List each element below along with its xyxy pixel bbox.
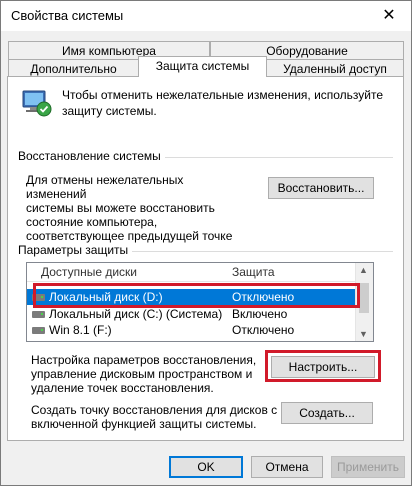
restore-desc-line: системы вы можете восстановить <box>26 201 215 215</box>
tab-advanced[interactable]: Дополнительно <box>8 59 139 77</box>
drive-row[interactable]: Локальный диск (D:) Отключено <box>27 289 357 305</box>
tab-label: Удаленный доступ <box>283 62 387 76</box>
intro-text: Чтобы отменить нежелательные изменения, … <box>62 88 392 118</box>
create-button[interactable]: Создать... <box>281 402 373 424</box>
drive-status: Отключено <box>232 323 295 337</box>
drive-icon <box>32 294 45 301</box>
ok-button[interactable]: OK <box>169 456 243 478</box>
restore-desc-line: соответствующее предыдущей точке <box>26 229 233 243</box>
drive-name: Win 8.1 (F:) <box>49 323 112 337</box>
create-desc-line: Создать точку восстановления для дисков … <box>31 403 278 417</box>
system-protection-icon <box>22 90 52 117</box>
column-header-drives[interactable]: Доступные диски <box>41 265 137 279</box>
drive-status: Включено <box>232 307 288 321</box>
drive-icon <box>32 311 45 318</box>
close-icon[interactable]: ✕ <box>379 5 399 25</box>
cancel-button[interactable]: Отмена <box>251 456 323 478</box>
protection-group-label: Параметры защиты <box>18 243 133 257</box>
create-description: Создать точку восстановления для дисков … <box>31 403 281 431</box>
restore-desc-line: состояние компьютера, <box>26 215 158 229</box>
drive-icon <box>32 327 45 334</box>
tab-label: Дополнительно <box>30 62 117 76</box>
drive-name: Локальный диск (C:) (Система) <box>49 307 223 321</box>
drives-listbox[interactable]: Доступные диски Защита Локальный диск (D… <box>26 262 374 342</box>
scroll-thumb[interactable] <box>359 283 369 313</box>
tab-label: Оборудование <box>266 44 348 58</box>
intro-line-1: Чтобы отменить нежелательные изменения, … <box>62 88 384 102</box>
restore-group-label: Восстановление системы <box>18 149 165 163</box>
configure-desc-line: удаление точек восстановления. <box>31 381 214 395</box>
list-header: Доступные диски Защита <box>27 263 357 282</box>
window-title: Свойства системы <box>11 8 124 23</box>
configure-description: Настройка параметров восстановления, упр… <box>31 353 261 395</box>
create-desc-line: включенной функцией защиты системы. <box>31 417 257 431</box>
tab-remote[interactable]: Удаленный доступ <box>266 59 404 77</box>
intro-line-2: защиту системы. <box>62 104 157 118</box>
drive-row[interactable]: Локальный диск (C:) (Система) Включено <box>27 306 357 322</box>
system-properties-window: Свойства системы ✕ Имя компьютера Оборуд… <box>0 0 412 486</box>
drive-name: Локальный диск (D:) <box>49 290 163 304</box>
tab-system-protection[interactable]: Защита системы <box>138 56 267 77</box>
apply-button[interactable]: Применить <box>331 456 405 478</box>
scroll-down-icon[interactable]: ▼ <box>359 329 368 339</box>
restore-button[interactable]: Восстановить... <box>268 177 374 199</box>
configure-button[interactable]: Настроить... <box>271 356 375 378</box>
restore-desc-line: Для отмены нежелательных изменений <box>26 173 184 201</box>
scroll-up-icon[interactable]: ▲ <box>359 265 368 275</box>
configure-desc-line: Настройка параметров восстановления, <box>31 353 257 367</box>
column-header-protection[interactable]: Защита <box>232 265 275 279</box>
drive-row[interactable]: Win 8.1 (F:) Отключено <box>27 322 357 338</box>
drive-status: Отключено <box>232 290 295 304</box>
configure-desc-line: управление дисковым пространством и <box>31 367 253 381</box>
tab-label: Защита системы <box>155 59 250 73</box>
title-bar: Свойства системы ✕ <box>1 1 411 31</box>
list-scrollbar[interactable]: ▲ ▼ <box>355 263 373 341</box>
